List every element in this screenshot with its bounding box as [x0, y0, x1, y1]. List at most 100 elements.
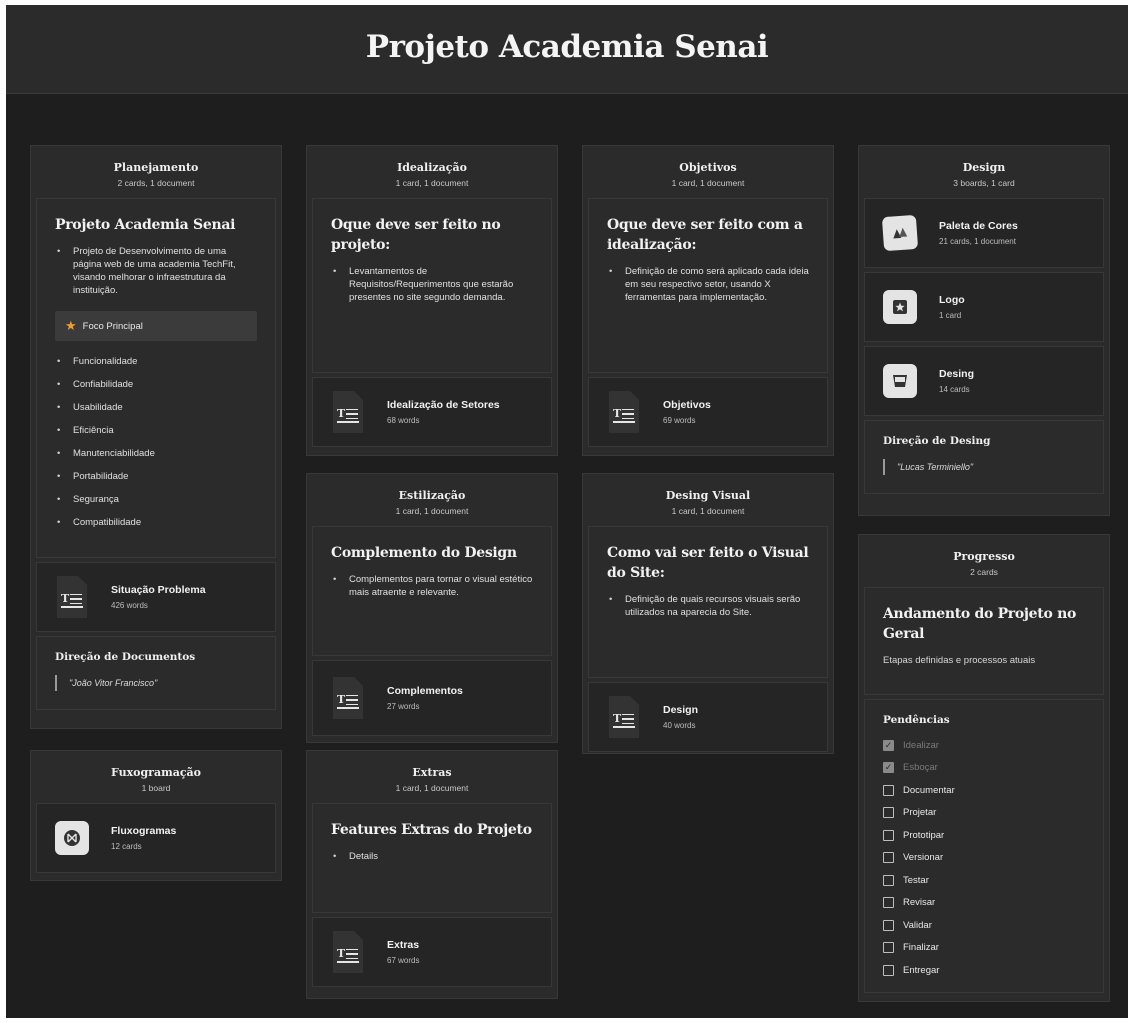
credit-name: "Lucas Terminiello": [883, 459, 1085, 475]
document-title: Idealização de Setores: [387, 399, 500, 411]
column-extras[interactable]: Extras 1 card, 1 document Features Extra…: [306, 750, 558, 999]
column-count: 1 card, 1 document: [395, 506, 469, 516]
document-card[interactable]: T Extras 67 words: [312, 917, 552, 987]
palette-icon: [881, 214, 919, 252]
note-card[interactable]: Oque deve ser feito com a idealização: D…: [588, 198, 828, 373]
qualities-list: Funcionalidade Confiabilidade Usabilidade E…: [55, 355, 257, 529]
column-planejamento[interactable]: Planejamento 2 cards, 1 document Projeto…: [30, 145, 282, 729]
quality-item: Segurança: [55, 493, 257, 506]
document-icon: T: [333, 931, 363, 973]
column-design[interactable]: Design 3 boards, 1 card Paleta de Cores …: [858, 145, 1110, 516]
task-item: Documentar: [883, 779, 1085, 802]
task-label: Testar: [903, 874, 929, 886]
board-count: 14 cards: [939, 385, 970, 394]
board-card-logo[interactable]: Logo 1 card: [864, 272, 1104, 342]
column-idealizacao[interactable]: Idealização 1 card, 1 document Oque deve…: [306, 145, 558, 456]
board-title[interactable]: Projeto Academia Senai: [366, 29, 769, 65]
task-checkbox[interactable]: [883, 942, 894, 954]
task-label: Idealizar: [903, 739, 939, 751]
board-count: 1 card: [939, 311, 962, 320]
column-header[interactable]: Estilização 1 card, 1 document: [312, 479, 552, 526]
board-title: Logo: [939, 294, 965, 306]
note-bullet: Complementos para tornar o visual estéti…: [331, 573, 533, 599]
document-card[interactable]: T Complementos 27 words: [312, 660, 552, 736]
task-label: Esboçar: [903, 762, 938, 774]
task-checkbox[interactable]: ✓: [883, 739, 894, 751]
task-item: Finalizar: [883, 937, 1085, 960]
column-progresso[interactable]: Progresso 2 cards Andamento do Projeto n…: [858, 534, 1110, 1002]
task-checkbox[interactable]: [883, 807, 894, 819]
note-title: Projeto Academia Senai: [55, 217, 236, 233]
task-label: Prototipar: [903, 829, 945, 841]
task-checkbox[interactable]: [883, 784, 894, 796]
credit-card[interactable]: Direção de Documentos "João Vitor Franci…: [36, 636, 276, 710]
credit-card[interactable]: Direção de Desing "Lucas Terminiello": [864, 420, 1104, 494]
task-checkbox[interactable]: ✓: [883, 762, 894, 774]
document-word-count: 426 words: [111, 601, 148, 610]
task-item: Testar: [883, 869, 1085, 892]
document-card[interactable]: T Situação Problema 426 words: [36, 562, 276, 632]
column-count: 3 boards, 1 card: [953, 178, 1015, 188]
task-checkbox[interactable]: [883, 874, 894, 886]
focus-callout: ★ Foco Principal: [55, 311, 257, 341]
task-item: Entregar: [883, 959, 1085, 982]
column-count: 1 board: [141, 783, 171, 793]
task-item: ✓ Esboçar: [883, 757, 1085, 780]
document-icon: T: [57, 576, 87, 618]
board-title: Fluxogramas: [111, 825, 177, 837]
column-header[interactable]: Design 3 boards, 1 card: [864, 151, 1104, 198]
note-description: Etapas definidas e processos atuais: [883, 655, 1036, 666]
board-card-desing[interactable]: Desing 14 cards: [864, 346, 1104, 416]
task-item: Validar: [883, 914, 1085, 937]
board-canvas: Projeto Academia Senai Planejamento 2 ca…: [6, 5, 1128, 1018]
task-checkbox[interactable]: [883, 919, 894, 931]
document-title: Design: [663, 704, 699, 716]
column-header[interactable]: Extras 1 card, 1 document: [312, 756, 552, 803]
note-bullet: Definição de quais recursos visuais serã…: [607, 593, 809, 619]
column-header[interactable]: Planejamento 2 cards, 1 document: [36, 151, 276, 198]
flowchart-icon: [55, 821, 89, 855]
task-item: Prototipar: [883, 824, 1085, 847]
column-objetivos[interactable]: Objetivos 1 card, 1 document Oque deve s…: [582, 145, 834, 456]
task-list: ✓ Idealizar ✓ Esboçar Documentar Projetar Prot…: [883, 734, 1085, 982]
note-card[interactable]: Complemento do Design Complementos para …: [312, 526, 552, 656]
board-card-paleta-de-cores[interactable]: Paleta de Cores 21 cards, 1 document: [864, 198, 1104, 268]
task-label: Entregar: [903, 964, 940, 976]
column-header[interactable]: Objetivos 1 card, 1 document: [588, 151, 828, 198]
task-label: Revisar: [903, 897, 936, 909]
column-desing-visual[interactable]: Desing Visual 1 card, 1 document Como va…: [582, 473, 834, 754]
document-title: Objetivos: [663, 399, 711, 411]
document-card[interactable]: T Design 40 words: [588, 682, 828, 752]
task-item: Revisar: [883, 892, 1085, 915]
note-card[interactable]: Como vai ser feito o Visual do Site: Def…: [588, 526, 828, 678]
note-title: Oque deve ser feito com a idealização:: [607, 217, 803, 253]
task-checkbox[interactable]: [883, 852, 894, 864]
quality-item: Manutenciabilidade: [55, 447, 257, 460]
document-icon: T: [333, 391, 363, 433]
todo-title: Pendências: [883, 714, 950, 726]
note-card[interactable]: Oque deve ser feito no projeto: Levantam…: [312, 198, 552, 373]
column-count: 1 card, 1 document: [395, 178, 469, 188]
document-title: Complementos: [387, 685, 463, 697]
document-icon: T: [609, 391, 639, 433]
note-card[interactable]: Features Extras do Projeto Details: [312, 803, 552, 913]
task-checkbox[interactable]: [883, 829, 894, 841]
column-title: Estilização: [398, 489, 466, 502]
task-checkbox[interactable]: [883, 964, 894, 976]
column-count: 1 card, 1 document: [671, 178, 745, 188]
task-checkbox[interactable]: [883, 897, 894, 909]
column-header[interactable]: Fuxogramação 1 board: [36, 756, 276, 803]
column-estilizacao[interactable]: Estilização 1 card, 1 document Complemen…: [306, 473, 558, 743]
board-card-fluxogramas[interactable]: Fluxogramas 12 cards: [36, 803, 276, 873]
note-card[interactable]: Andamento do Projeto no Geral Etapas def…: [864, 587, 1104, 695]
document-icon: T: [333, 677, 363, 719]
document-card[interactable]: T Objetivos 69 words: [588, 377, 828, 447]
document-card[interactable]: T Idealização de Setores 68 words: [312, 377, 552, 447]
column-header[interactable]: Idealização 1 card, 1 document: [312, 151, 552, 198]
note-card[interactable]: Projeto Academia Senai Projeto de Desenv…: [36, 198, 276, 558]
column-header[interactable]: Desing Visual 1 card, 1 document: [588, 479, 828, 526]
column-fuxogramacao[interactable]: Fuxogramação 1 board Fluxogramas 12 card…: [30, 750, 282, 881]
quality-item: Eficiência: [55, 424, 257, 437]
column-header[interactable]: Progresso 2 cards: [864, 540, 1104, 587]
todo-card[interactable]: Pendências ✓ Idealizar ✓ Esboçar Documentar P…: [864, 699, 1104, 993]
